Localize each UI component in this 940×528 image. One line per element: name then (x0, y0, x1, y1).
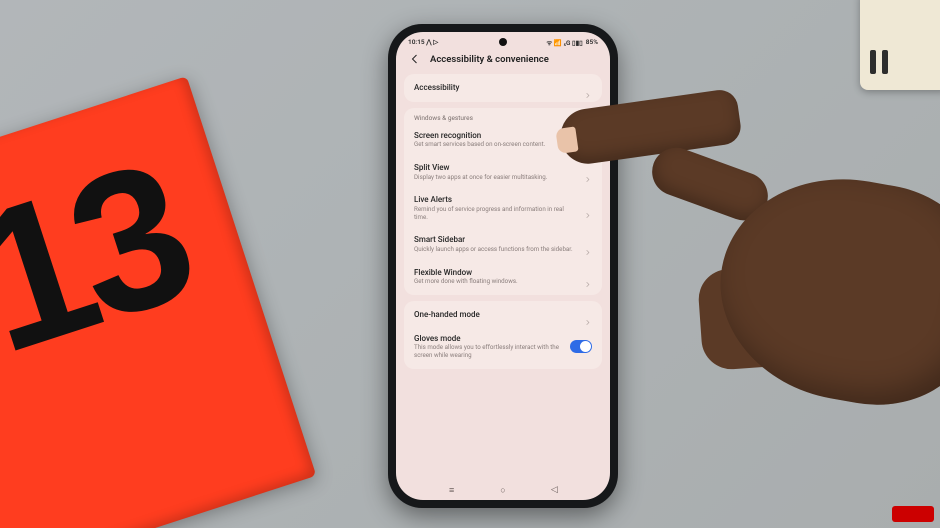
row-title: One-handed mode (414, 310, 578, 320)
row-sub: Remind you of service progress and infor… (414, 206, 578, 222)
row-sub: Quickly launch apps or access functions … (414, 246, 578, 254)
row-title: Split View (414, 163, 578, 173)
front-camera (499, 38, 507, 46)
row-split-view[interactable]: Split View Display two apps at once for … (404, 156, 602, 188)
row-title: Smart Sidebar (414, 235, 578, 245)
nav-recent[interactable]: ≡ (446, 484, 458, 496)
row-accessibility[interactable]: Accessibility (404, 76, 602, 100)
back-button[interactable] (408, 52, 422, 66)
wall-plug (860, 0, 940, 90)
gloves-toggle[interactable] (570, 340, 592, 353)
chevron-right-icon (584, 204, 592, 212)
row-gloves-mode[interactable]: Gloves mode This mode allows you to effo… (404, 327, 602, 367)
arrow-left-icon (409, 53, 421, 65)
card-modes: One-handed mode Gloves mode This mode al… (404, 301, 602, 369)
row-smart-sidebar[interactable]: Smart Sidebar Quickly launch apps or acc… (404, 228, 602, 260)
status-right: ᯤ 📶 ₅G ▯▮▯ 85% (546, 38, 598, 47)
settings-content: Accessibility Windows & gestures Screen … (396, 74, 610, 482)
card-accessibility: Accessibility (404, 74, 602, 102)
status-left: 10:15 ⋀ ▷ (408, 38, 438, 46)
chevron-right-icon (584, 136, 592, 144)
page-header: Accessibility & convenience (396, 48, 610, 74)
row-title: Flexible Window (414, 268, 578, 278)
subscribe-badge (892, 506, 934, 522)
palm (703, 159, 940, 421)
section-label: Windows & gestures (404, 110, 602, 124)
row-screen-recognition[interactable]: Screen recognition Get smart services ba… (404, 124, 602, 156)
row-sub: This mode allows you to effortlessly int… (414, 344, 564, 360)
phone-frame: 10:15 ⋀ ▷ ᯤ 📶 ₅G ▯▮▯ 85% Accessibility &… (388, 24, 618, 508)
row-sub: Get smart services based on on-screen co… (414, 141, 578, 149)
nav-home[interactable]: ○ (497, 484, 509, 496)
row-title: Live Alerts (414, 195, 578, 205)
card-windows-gestures: Windows & gestures Screen recognition Ge… (404, 108, 602, 295)
row-flexible-window[interactable]: Flexible Window Get more done with float… (404, 261, 602, 293)
status-battery: 85% (586, 38, 598, 46)
product-box: 13 (0, 76, 316, 528)
chevron-right-icon (584, 241, 592, 249)
status-left-icons: ⋀ ▷ (426, 38, 438, 46)
chevron-right-icon (584, 168, 592, 176)
row-title: Accessibility (414, 83, 578, 93)
knuckles (697, 259, 884, 371)
row-sub: Display two apps at once for easier mult… (414, 174, 578, 182)
page-title: Accessibility & convenience (430, 54, 549, 65)
row-one-handed[interactable]: One-handed mode (404, 303, 602, 327)
nav-back[interactable]: ◁ (548, 484, 560, 496)
status-time: 10:15 (408, 38, 425, 46)
row-live-alerts[interactable]: Live Alerts Remind you of service progre… (404, 188, 602, 228)
phone-screen: 10:15 ⋀ ▷ ᯤ 📶 ₅G ▯▮▯ 85% Accessibility &… (396, 32, 610, 500)
hand (610, 60, 940, 420)
chevron-right-icon (584, 311, 592, 319)
nav-bar: ≡ ○ ◁ (396, 482, 610, 500)
thumb (645, 141, 774, 227)
row-title: Screen recognition (414, 131, 578, 141)
row-title: Gloves mode (414, 334, 564, 344)
chevron-right-icon (584, 273, 592, 281)
status-right-icons: ᯤ 📶 ₅G ▯▮▯ (546, 38, 582, 47)
row-sub: Get more done with floating windows. (414, 278, 578, 286)
chevron-right-icon (584, 84, 592, 92)
